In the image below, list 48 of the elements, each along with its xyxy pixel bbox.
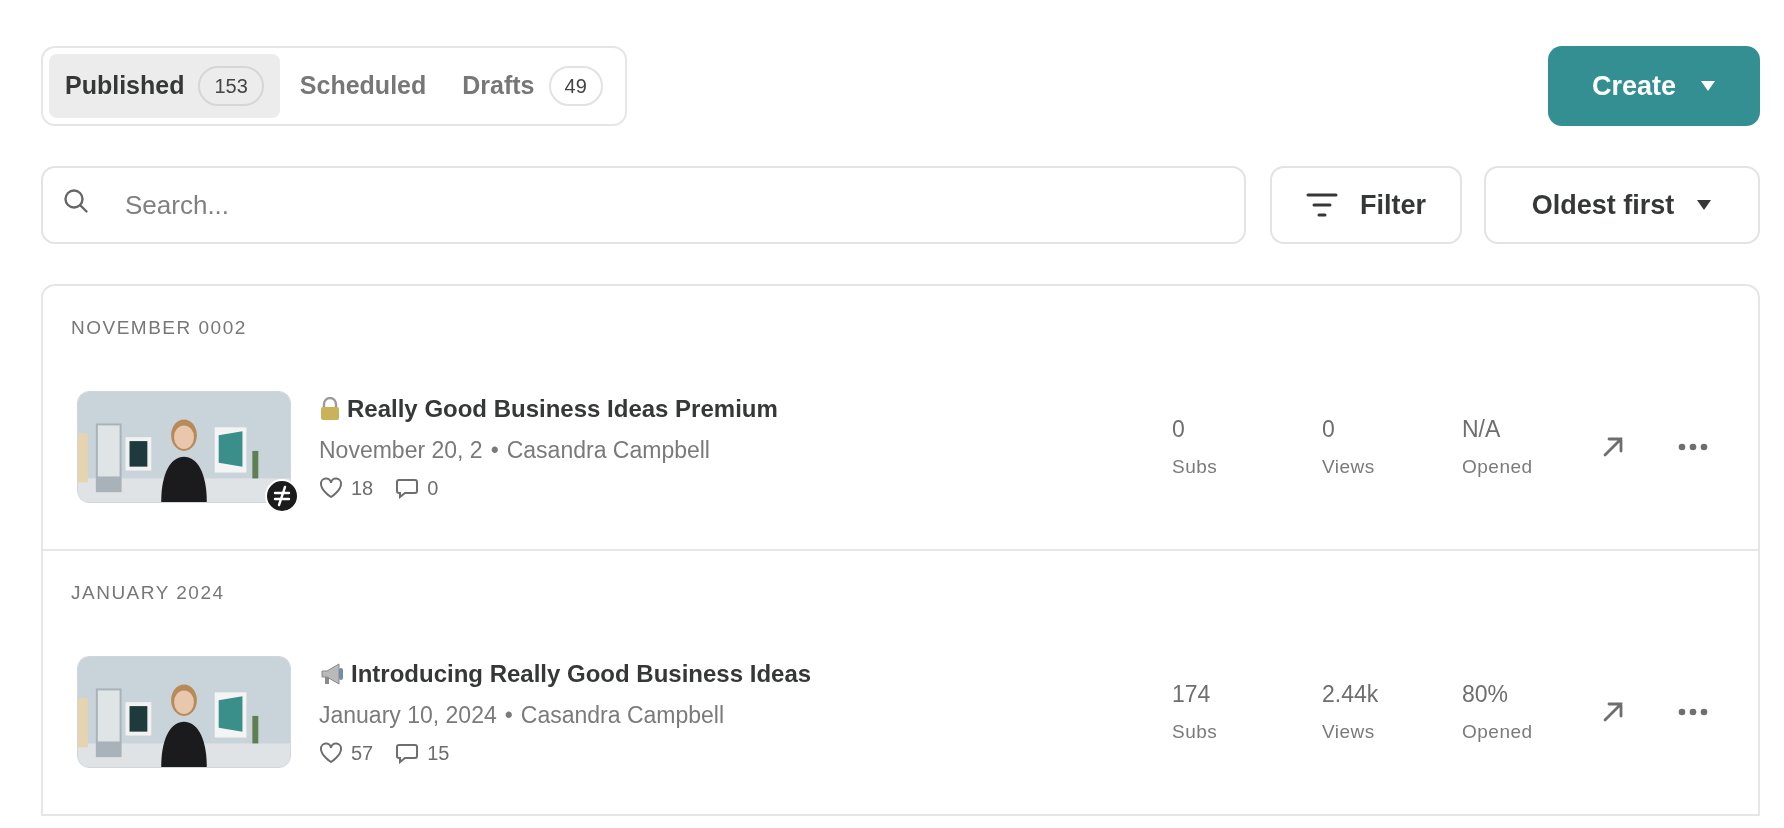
caret-icon	[1700, 80, 1716, 92]
count-pill: 49	[548, 66, 603, 106]
tab[interactable]: Drafts 49	[446, 54, 619, 118]
post-title[interactable]: Really Good Business Ideas Premium	[347, 390, 778, 427]
stat-label: Views	[1322, 454, 1376, 479]
badge-icon	[265, 478, 299, 513]
filter-icon	[1306, 193, 1338, 217]
stat-value: 80%	[1462, 680, 1510, 710]
filter-button[interactable]: Filter	[1270, 166, 1462, 244]
like-count: 57	[351, 741, 374, 766]
sort-dropdown[interactable]: Oldest first	[1484, 166, 1760, 244]
stat-value: 0	[1322, 415, 1336, 445]
stat-value: 2.44k	[1322, 680, 1380, 710]
author-name: Casandra Campbell	[520, 700, 725, 730]
separator-dot: •	[490, 435, 499, 465]
search-icon	[63, 188, 89, 214]
more-icon	[1678, 442, 1708, 451]
post-date: January 10, 2024	[319, 700, 497, 730]
stat-value: 174	[1172, 680, 1212, 710]
separator-dot: •	[504, 700, 513, 730]
caret-icon	[1696, 199, 1713, 211]
comment-icon	[395, 742, 420, 764]
comment-count: 0	[427, 476, 439, 501]
create-button[interactable]: Create	[1548, 46, 1760, 126]
external-link-icon	[1602, 435, 1624, 458]
comment-icon	[395, 477, 420, 499]
author-name: Casandra Campbell	[506, 435, 710, 465]
stat-label: Opened	[1462, 719, 1534, 744]
section-heading: JANUARY 2024	[70, 581, 226, 605]
stat-label: Views	[1322, 719, 1376, 744]
stat-label: Subs	[1172, 719, 1219, 744]
post-date: November 20, 2	[319, 435, 483, 465]
tab[interactable]: Published 153	[49, 54, 280, 118]
stat-label: Opened	[1462, 454, 1534, 479]
like-count: 18	[351, 476, 374, 501]
section-heading: NOVEMBER 0002	[70, 316, 248, 340]
post-title[interactable]: Introducing Really Good Business Ideas	[351, 655, 812, 692]
stat-value: 0	[1172, 415, 1186, 445]
tab[interactable]: Scheduled	[283, 54, 443, 118]
external-link-icon	[1602, 700, 1624, 723]
comment-count: 15	[427, 741, 450, 766]
count-pill: 153	[198, 66, 264, 106]
stat-label: Subs	[1172, 454, 1219, 479]
stat-value: N/A	[1462, 415, 1502, 445]
heart-icon	[319, 477, 343, 499]
search-field[interactable]: Search...	[41, 166, 1246, 244]
heart-icon	[319, 742, 343, 764]
more-icon	[1678, 707, 1708, 716]
